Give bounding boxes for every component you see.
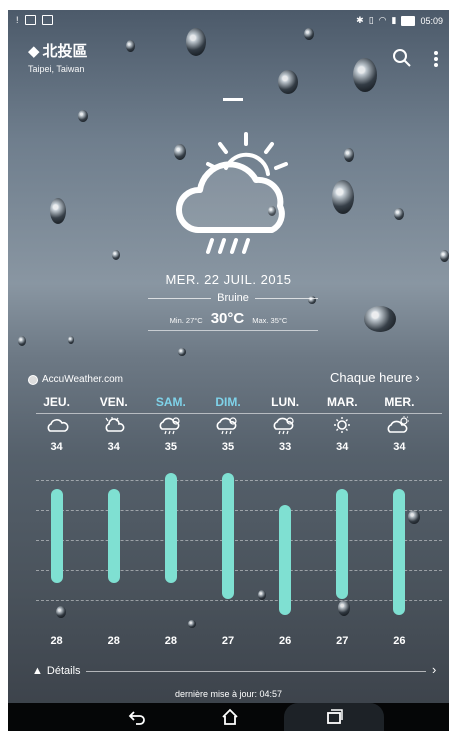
forecast-low: 28 — [50, 635, 63, 647]
divider — [86, 671, 426, 672]
min-temp: Min. 27°C — [169, 316, 203, 325]
cloud-sun-rain-icon — [273, 417, 294, 435]
forecast-day[interactable]: LUN. 33 26 — [263, 395, 307, 655]
forecast-low: 27 — [221, 635, 235, 647]
bluetooth-icon: ✱ — [356, 15, 364, 25]
current-temp: 30°C — [210, 310, 245, 327]
status-time: 05:09 — [420, 15, 443, 26]
hourly-button[interactable]: Chaque heure › — [330, 370, 420, 385]
current-date: MER. 22 JUIL. 2015 — [165, 272, 292, 287]
drizzle-icon — [175, 132, 288, 254]
vibrate-icon: ▯ — [368, 15, 374, 25]
forecast-day[interactable]: MER. 34 26 — [377, 395, 421, 655]
forecast-high: 35 — [164, 441, 177, 453]
forecast-high: 34 — [107, 441, 120, 453]
temp-range-bar — [50, 488, 63, 584]
current-condition: Bruine — [217, 292, 249, 304]
forecast-day-name: DIM. — [215, 395, 241, 409]
triangle-up-icon: ▲ — [32, 665, 43, 677]
forecast-day-name: MAR. — [326, 395, 358, 409]
temp-range-bar — [164, 473, 177, 584]
forecast-day-name: SAM. — [155, 395, 186, 409]
battery-icon — [401, 15, 416, 26]
home-icon[interactable] — [220, 708, 240, 726]
navigation-bar — [8, 703, 449, 731]
back-icon[interactable] — [128, 708, 148, 726]
max-temp: Max. 35°C — [252, 316, 288, 325]
current-temps: Min. 27°C 30°C Max. 35°C — [8, 310, 449, 327]
forecast-day-name: JEU. — [43, 395, 70, 409]
forecast-low: 28 — [164, 635, 177, 647]
forecast-low: 26 — [279, 635, 292, 647]
forecast-low: 26 — [393, 635, 406, 647]
forecast-day[interactable]: SAM. 35 28 — [149, 395, 193, 655]
forecast-high: 34 — [336, 441, 349, 453]
search-icon — [393, 49, 411, 67]
cloud-icon — [47, 419, 69, 432]
forecast-day-name: LUN. — [271, 395, 300, 409]
page-indicator — [223, 98, 243, 101]
details-toggle[interactable]: ▲ Détails — [32, 665, 81, 677]
notification-icon: ! — [16, 15, 19, 25]
forecast-day[interactable]: VEN. 34 28 — [92, 395, 136, 655]
wifi-icon: ◠ — [378, 15, 387, 25]
forecast-list: JEU. 34 28 VEN. 34 28 SAM. 35 28 DIM. 35 27 LUN. 33 26… — [28, 395, 428, 647]
hourly-label: Chaque heure — [330, 370, 413, 385]
chevron-right-icon: › — [415, 370, 420, 385]
provider-label: AccuWeather.com — [42, 374, 123, 385]
forecast-day-name: VEN. — [99, 395, 128, 409]
location-name: 北投區 — [42, 43, 88, 60]
temp-range-bar — [393, 488, 406, 615]
last-update: dernière mise à jour: 04:57 — [174, 689, 283, 699]
forecast-day-name: MER. — [384, 395, 415, 409]
temp-range-bar — [107, 488, 120, 584]
cloud-sun-rain-icon — [159, 417, 180, 435]
cloud-sun-rain-icon — [216, 417, 237, 435]
recent-apps-icon[interactable] — [324, 708, 344, 726]
details-label: Détails — [46, 665, 81, 677]
condition-row: Bruine — [148, 292, 319, 304]
temp-range-bar — [279, 504, 292, 615]
more-vert-icon — [434, 51, 438, 55]
divider — [148, 330, 318, 331]
forecast-high: 34 — [50, 441, 63, 453]
forecast-day[interactable]: JEU. 34 28 — [35, 395, 79, 655]
location-subtitle: Taipei, Taiwan — [28, 64, 85, 74]
temp-range-bar — [336, 488, 349, 600]
provider-link[interactable]: AccuWeather.com — [28, 374, 123, 385]
partly-cloudy-icon — [105, 417, 125, 432]
more-options-button[interactable] — [432, 50, 440, 70]
location-header[interactable]: ◆ 北投區 Taipei, Taiwan — [28, 40, 88, 75]
forecast-high: 35 — [221, 441, 235, 453]
image-icon — [41, 15, 53, 25]
location-pin-icon: ◆ — [28, 42, 40, 60]
cloud-sun-icon — [388, 416, 410, 433]
signal-icon: ▮ — [391, 15, 397, 25]
message-icon — [24, 15, 36, 25]
forecast-high: 33 — [279, 441, 292, 453]
weather-app: ! ✱ ▯ ◠ ▮ 05:09 ◆ 北投區 Taipei, Taiwan MER… — [8, 10, 449, 731]
temp-range-bar — [222, 473, 234, 600]
forecast-low: 27 — [336, 635, 349, 647]
forecast-high: 34 — [393, 441, 406, 453]
sun-icon — [334, 417, 351, 433]
search-button[interactable] — [392, 48, 412, 68]
forecast-day[interactable]: MAR. 34 27 — [320, 395, 364, 655]
forecast-day[interactable]: DIM. 35 27 — [206, 395, 250, 655]
accuweather-logo-icon — [28, 374, 38, 385]
chevron-right-icon[interactable]: › — [432, 662, 436, 677]
forecast-low: 28 — [107, 635, 120, 647]
status-bar: ! ✱ ▯ ◠ ▮ 05:09 — [8, 10, 449, 32]
